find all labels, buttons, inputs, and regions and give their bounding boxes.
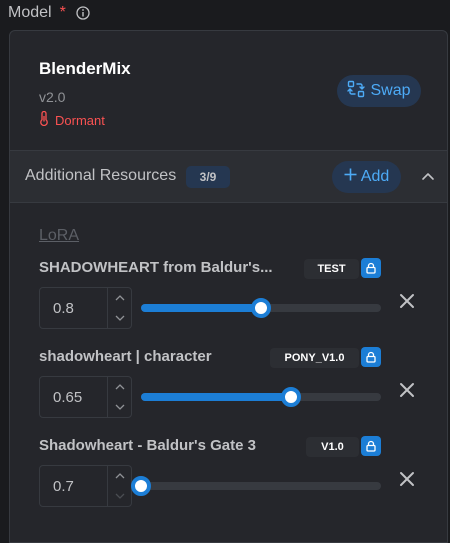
strength-slider[interactable] bbox=[141, 384, 383, 410]
chevron-down-icon[interactable] bbox=[108, 397, 132, 417]
lora-name: shadowheart | character bbox=[39, 348, 212, 365]
lora-name: SHADOWHEART from Baldur's... bbox=[39, 259, 273, 276]
slider-fill bbox=[141, 304, 261, 312]
lock-icon[interactable] bbox=[361, 258, 381, 278]
remove-resource-button[interactable] bbox=[397, 469, 417, 489]
chevron-up-icon[interactable] bbox=[108, 377, 132, 397]
lock-icon[interactable] bbox=[361, 436, 381, 456]
lora-name: Shadowheart - Baldur's Gate 3 bbox=[39, 437, 256, 454]
model-label-text: Model bbox=[8, 4, 52, 21]
required-asterisk: * bbox=[59, 4, 66, 21]
model-version: v2.0 bbox=[39, 89, 66, 105]
lora-item: shadowheart | character PONY_V1.0 bbox=[10, 347, 447, 438]
slider-fill bbox=[141, 393, 291, 401]
version-badge: PONY_V1.0 bbox=[270, 348, 359, 368]
strength-input[interactable] bbox=[53, 389, 113, 406]
add-resource-button[interactable]: Add bbox=[332, 161, 401, 193]
strength-stepper[interactable] bbox=[39, 465, 132, 507]
thermometer-icon bbox=[39, 110, 49, 129]
version-badge: TEST bbox=[304, 259, 359, 279]
chevron-down-icon[interactable] bbox=[108, 308, 132, 328]
strength-input[interactable] bbox=[53, 300, 113, 317]
lock-icon[interactable] bbox=[361, 347, 381, 367]
version-badge: V1.0 bbox=[306, 437, 359, 457]
slider-thumb[interactable] bbox=[251, 298, 271, 318]
strength-slider[interactable] bbox=[141, 295, 383, 321]
chevron-down-icon[interactable] bbox=[108, 486, 132, 506]
lora-item: Shadowheart - Baldur's Gate 3 V1.0 bbox=[10, 436, 447, 527]
strength-input[interactable] bbox=[53, 478, 113, 495]
remove-resource-button[interactable] bbox=[397, 380, 417, 400]
lora-group-label[interactable]: LoRA bbox=[39, 227, 79, 245]
lora-item: SHADOWHEART from Baldur's... TEST bbox=[10, 258, 447, 349]
stepper-controls bbox=[107, 466, 131, 506]
add-label: Add bbox=[360, 168, 390, 185]
remove-resource-button[interactable] bbox=[397, 291, 417, 311]
model-card: BlenderMix v2.0 Dormant Swap Additional … bbox=[9, 30, 448, 543]
strength-stepper[interactable] bbox=[39, 287, 132, 329]
model-status: Dormant bbox=[39, 110, 105, 129]
model-status-text: Dormant bbox=[55, 112, 105, 128]
slider-thumb[interactable] bbox=[281, 387, 301, 407]
swap-arrows-icon bbox=[347, 80, 366, 103]
resource-count-badge: 3/9 bbox=[186, 166, 230, 188]
strength-stepper[interactable] bbox=[39, 376, 132, 418]
chevron-up-icon[interactable] bbox=[108, 288, 132, 308]
swap-label: Swap bbox=[370, 82, 411, 99]
slider-track bbox=[141, 482, 381, 490]
model-name: BlenderMix bbox=[39, 59, 131, 78]
swap-button[interactable]: Swap bbox=[337, 75, 421, 107]
model-field-label: Model * bbox=[8, 4, 90, 22]
plus-icon bbox=[344, 168, 357, 186]
stepper-controls bbox=[107, 377, 131, 417]
chevron-up-icon[interactable] bbox=[420, 169, 436, 185]
slider-thumb[interactable] bbox=[131, 476, 151, 496]
strength-slider[interactable] bbox=[131, 473, 383, 499]
info-circle-icon[interactable] bbox=[76, 6, 90, 20]
additional-resources-title: Additional Resources bbox=[25, 167, 177, 184]
chevron-up-icon[interactable] bbox=[108, 466, 132, 486]
model-section: BlenderMix v2.0 Dormant Swap bbox=[10, 31, 447, 151]
additional-resources-header[interactable]: Additional Resources 3/9 Add bbox=[10, 151, 447, 203]
stepper-controls bbox=[107, 288, 131, 328]
